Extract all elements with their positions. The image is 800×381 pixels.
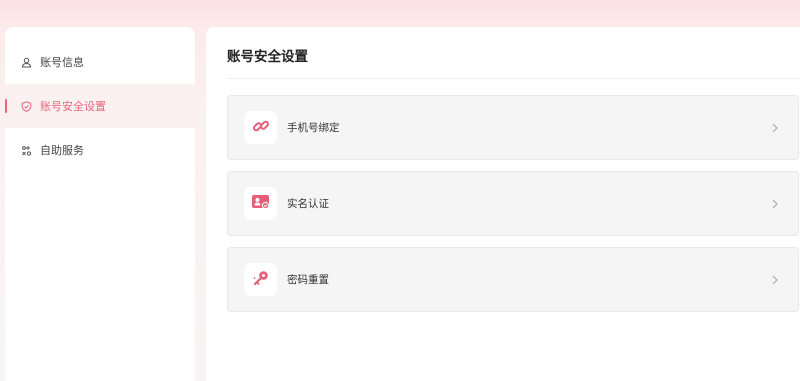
real-name-auth-card[interactable]: 实名认证 xyxy=(227,171,799,236)
sidebar-item-account-security[interactable]: 账号安全设置 xyxy=(5,84,195,128)
sidebar-item-label: 自助服务 xyxy=(40,144,84,157)
card-icon-box xyxy=(244,263,277,296)
card-label: 手机号绑定 xyxy=(287,122,340,134)
card-label: 密码重置 xyxy=(287,274,329,286)
sidebar-item-label: 账号信息 xyxy=(40,56,84,69)
chevron-right-icon xyxy=(770,120,780,134)
id-card-icon xyxy=(251,193,271,215)
service-icon xyxy=(21,145,32,156)
sidebar-item-label: 账号安全设置 xyxy=(40,100,106,113)
phone-binding-card[interactable]: 手机号绑定 xyxy=(227,95,799,160)
sidebar-item-account-info[interactable]: 账号信息 xyxy=(5,40,195,84)
sidebar-item-self-service[interactable]: 自助服务 xyxy=(5,128,195,172)
title-divider xyxy=(227,78,800,79)
sidebar: 账号信息 账号安全设置 自助服务 xyxy=(5,27,195,381)
page-title: 账号安全设置 xyxy=(227,49,308,65)
card-icon-box xyxy=(244,187,277,220)
link-icon xyxy=(252,117,270,139)
chevron-right-icon xyxy=(770,272,780,286)
card-icon-box xyxy=(244,111,277,144)
key-icon xyxy=(252,269,270,291)
chevron-right-icon xyxy=(770,196,780,210)
shield-icon xyxy=(21,100,32,112)
card-label: 实名认证 xyxy=(287,198,329,210)
main-panel: 账号安全设置 手机号绑定 实名认证 密码重置 xyxy=(206,27,800,381)
password-reset-card[interactable]: 密码重置 xyxy=(227,247,799,312)
user-icon xyxy=(21,57,32,68)
